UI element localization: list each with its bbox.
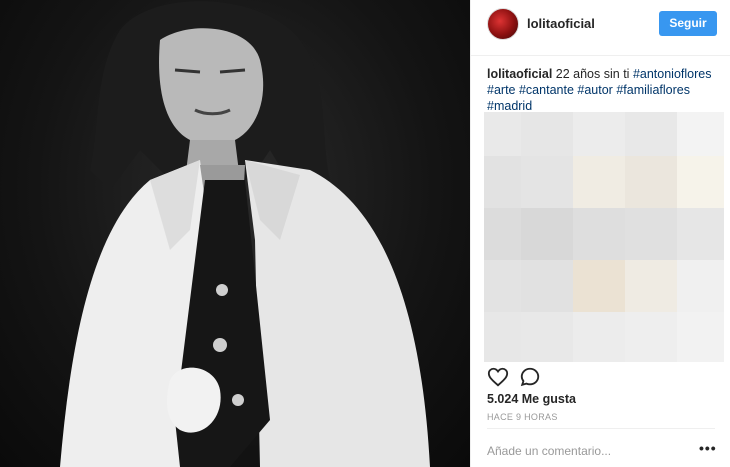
divider bbox=[487, 428, 715, 429]
comment-input[interactable] bbox=[487, 442, 687, 460]
post-photo[interactable] bbox=[0, 0, 470, 467]
hashtag-link[interactable]: #madrid bbox=[487, 99, 532, 113]
more-options-icon[interactable]: ••• bbox=[699, 440, 717, 456]
hashtag-link[interactable]: #cantante bbox=[519, 83, 574, 97]
portrait-illustration bbox=[60, 1, 430, 467]
avatar[interactable] bbox=[487, 8, 519, 40]
username-link[interactable]: lolitaoficial bbox=[527, 16, 595, 31]
post-header: lolitaoficial Seguir bbox=[471, 0, 730, 56]
post-caption: lolitaoficial 22 años sin ti #antonioflo… bbox=[487, 66, 723, 114]
comment-icon[interactable] bbox=[519, 366, 543, 390]
blurred-comments-area bbox=[484, 112, 724, 362]
caption-text: 22 años sin ti bbox=[555, 67, 630, 81]
heart-icon[interactable] bbox=[487, 366, 511, 390]
hashtag-link[interactable]: #familiaflores bbox=[616, 83, 690, 97]
hashtag-link[interactable]: #antonioflores bbox=[633, 67, 712, 81]
caption-username[interactable]: lolitaoficial bbox=[487, 67, 552, 81]
follow-button[interactable]: Seguir bbox=[659, 11, 717, 36]
post-sidebar: lolitaoficial Seguir lolitaoficial 22 añ… bbox=[470, 0, 730, 467]
likes-count[interactable]: 5.024 Me gusta bbox=[487, 392, 576, 406]
hashtag-link[interactable]: #autor bbox=[577, 83, 612, 97]
post-timestamp[interactable]: HACE 9 HORAS bbox=[487, 412, 558, 422]
hashtag-link[interactable]: #arte bbox=[487, 83, 516, 97]
